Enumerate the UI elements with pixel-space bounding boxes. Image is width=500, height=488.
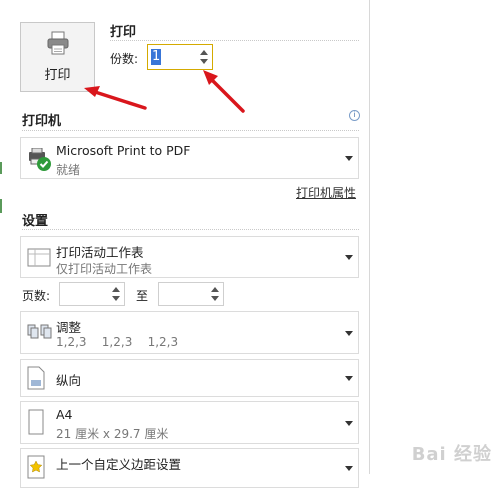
collation-sub: 1,2,3 1,2,3 1,2,3: [56, 335, 179, 349]
info-icon[interactable]: i: [349, 110, 360, 121]
left-accent-bar: [0, 199, 2, 213]
paper-size-sub: 21 厘米 x 29.7 厘米: [56, 427, 169, 441]
chevron-down-icon: [345, 255, 353, 260]
divider: [110, 40, 359, 41]
pages-to-label: 至: [136, 289, 149, 303]
divider: [22, 130, 359, 131]
printer-status: 就绪: [56, 163, 81, 177]
printer-name: Microsoft Print to PDF: [56, 143, 191, 158]
spin-down-icon[interactable]: [200, 59, 208, 64]
chevron-down-icon: [345, 156, 353, 161]
print-what-dropdown[interactable]: 打印活动工作表 仅打印活动工作表: [20, 236, 359, 278]
spin-up-icon[interactable]: [211, 287, 219, 292]
print-button[interactable]: 打印: [20, 22, 95, 92]
margins-dropdown[interactable]: 上一个自定义边距设置: [20, 448, 359, 488]
printer-section-title: 打印机: [22, 114, 62, 129]
spin-down-icon[interactable]: [112, 296, 120, 301]
pages-label: 页数:: [22, 289, 51, 303]
spin-up-icon[interactable]: [112, 287, 120, 292]
orientation-main: 纵向: [56, 373, 82, 388]
chevron-down-icon: [345, 420, 353, 426]
chevron-down-icon: [345, 376, 353, 381]
copies-label: 份数:: [110, 52, 139, 66]
printer-properties-link[interactable]: 打印机属性: [296, 184, 356, 201]
copies-stepper[interactable]: 1: [147, 44, 213, 70]
orientation-dropdown[interactable]: 纵向: [20, 359, 359, 397]
sheet-icon: [27, 248, 51, 267]
spin-down-icon[interactable]: [211, 296, 219, 301]
spin-up-icon[interactable]: [200, 50, 208, 55]
copies-value[interactable]: 1: [151, 49, 162, 65]
print-backstage-panel: 打印 打印 份数: 1 打印机 i Microsoft Print to PDF…: [0, 0, 370, 488]
paper-size-dropdown[interactable]: A4 21 厘米 x 29.7 厘米: [20, 401, 359, 444]
watermark: Bai 经验: [411, 444, 492, 465]
collation-dropdown[interactable]: 调整 1,2,3 1,2,3 1,2,3: [20, 311, 359, 354]
left-accent-bar: [0, 162, 2, 174]
printer-icon: [47, 31, 69, 55]
page-from-field[interactable]: [59, 282, 125, 306]
settings-section-title: 设置: [22, 214, 49, 229]
paper-size-main: A4: [56, 407, 73, 422]
printer-dropdown[interactable]: Microsoft Print to PDF 就绪: [20, 137, 359, 179]
margins-main: 上一个自定义边距设置: [56, 457, 182, 472]
page-to-field[interactable]: [158, 282, 224, 306]
print-what-sub: 仅打印活动工作表: [56, 262, 153, 276]
print-button-label: 打印: [44, 68, 71, 83]
collate-icon: [27, 324, 52, 339]
paper-icon: [28, 409, 44, 435]
chevron-down-icon: [345, 466, 353, 471]
collation-main: 调整: [56, 320, 82, 335]
printer-ready-icon: [29, 148, 51, 171]
print-what-main: 打印活动工作表: [56, 245, 144, 260]
margins-star-icon: [27, 455, 45, 479]
divider: [22, 229, 359, 230]
print-title: 打印: [110, 25, 137, 40]
chevron-down-icon: [345, 330, 353, 336]
portrait-icon: [27, 366, 45, 390]
